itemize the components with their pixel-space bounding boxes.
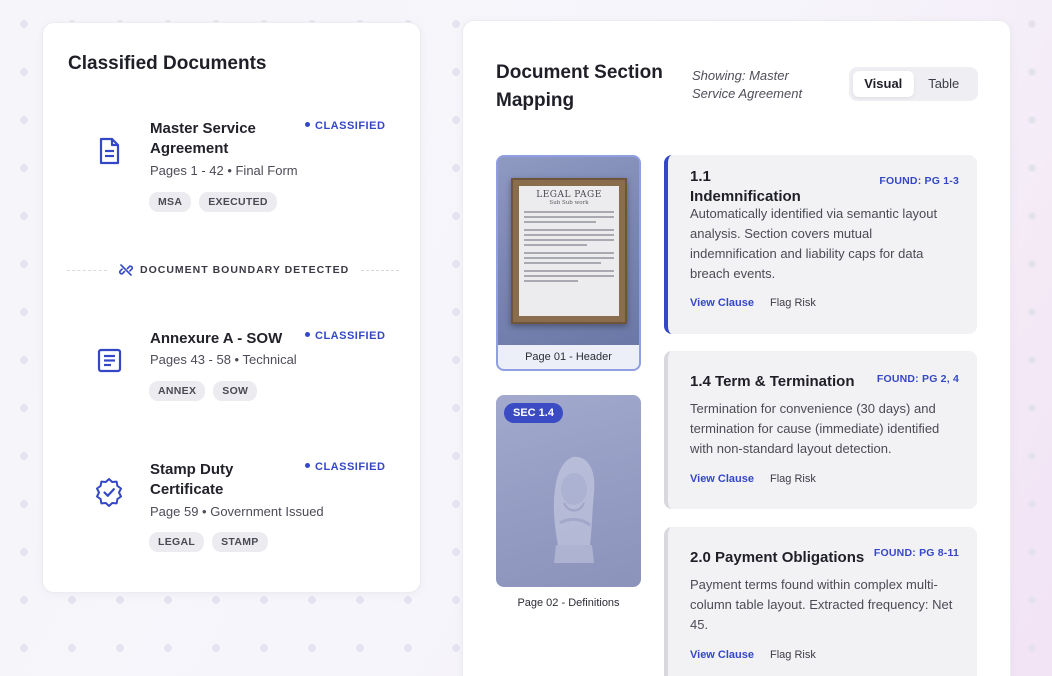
panel-title: Document Section Mapping <box>496 62 663 111</box>
found-pages-label: FOUND: PG 2, 4 <box>876 373 959 385</box>
found-pages-label: FOUND: PG 1-3 <box>879 175 959 187</box>
document-name: Stamp Duty Certificate <box>150 461 234 498</box>
tag: ANNEX <box>149 381 206 401</box>
status-badge: CLASSIFIED <box>305 461 385 473</box>
section-description: Automatically identified via semantic la… <box>690 206 938 281</box>
section-badge: SEC 1.4 <box>504 403 563 423</box>
toggle-table[interactable]: Table <box>914 71 975 97</box>
view-toggle: Visual Table <box>849 67 978 101</box>
panel-title: Classified Documents <box>68 53 267 74</box>
document-name: Annexure A - SOW <box>150 330 283 347</box>
paper-subheading: Sub Sub work <box>549 200 589 206</box>
document-meta: Pages 1 - 42 • Final Form <box>150 163 298 178</box>
broken-link-icon <box>119 264 133 276</box>
classified-documents-panel: Classified Documents Master Service Agre… <box>42 22 421 593</box>
section-title: 1.1 Indemnification <box>690 168 801 205</box>
tag: STAMP <box>212 532 268 552</box>
flag-risk-button[interactable]: Flag Risk <box>770 649 816 661</box>
thumbnail-caption: Page 01 - Header <box>498 345 639 369</box>
verified-badge-icon <box>96 478 122 507</box>
tag: LEGAL <box>149 532 205 552</box>
status-badge: CLASSIFIED <box>305 330 385 342</box>
page-image: LEGAL PAGE Sub Sub work <box>498 157 639 347</box>
section-card-indemnification[interactable]: 1.1 Indemnification FOUND: PG 1-3 Automa… <box>664 155 977 334</box>
list-document-icon <box>97 348 122 373</box>
tag-list: MSA EXECUTED <box>149 192 277 212</box>
status-badge: CLASSIFIED <box>305 120 385 132</box>
view-clause-link[interactable]: View Clause <box>690 649 754 661</box>
section-card-payment[interactable]: 2.0 Payment Obligations FOUND: PG 8-11 P… <box>664 527 977 676</box>
page-thumbnail-2[interactable]: SEC 1.4 <box>496 395 641 587</box>
section-description: Termination for convenience (30 days) an… <box>690 401 940 456</box>
statue-image <box>553 456 595 563</box>
page-thumbnail-1[interactable]: LEGAL PAGE Sub Sub work Page 01 - Header <box>496 155 641 371</box>
found-pages-label: FOUND: PG 8-11 <box>873 547 959 559</box>
boundary-label: DOCUMENT BOUNDARY DETECTED <box>140 264 350 276</box>
tag: MSA <box>149 192 192 212</box>
tag-list: LEGAL STAMP <box>149 532 268 552</box>
toggle-visual[interactable]: Visual <box>853 71 914 97</box>
tag: EXECUTED <box>199 192 277 212</box>
document-meta: Page 59 • Government Issued <box>150 504 324 519</box>
flag-risk-button[interactable]: Flag Risk <box>770 297 816 309</box>
flag-risk-button[interactable]: Flag Risk <box>770 473 816 485</box>
tag-list: ANNEX SOW <box>149 381 258 401</box>
document-name: Master Service Agreement <box>150 120 256 157</box>
section-description: Payment terms found within complex multi… <box>690 577 953 632</box>
thumbnail-caption: Page 02 - Definitions <box>517 597 620 609</box>
section-title: 1.4 Term & Termination <box>690 373 855 390</box>
framed-document-image: LEGAL PAGE Sub Sub work <box>511 178 627 324</box>
file-text-icon <box>99 137 120 165</box>
paper-heading: LEGAL PAGE <box>536 190 602 200</box>
tag: SOW <box>213 381 258 401</box>
view-clause-link[interactable]: View Clause <box>690 473 754 485</box>
showing-label: Showing: Master Service Agreement <box>692 68 803 101</box>
view-clause-link[interactable]: View Clause <box>690 297 754 309</box>
document-boundary-divider: DOCUMENT BOUNDARY DETECTED <box>67 263 399 277</box>
section-title: 2.0 Payment Obligations <box>690 549 865 566</box>
section-mapping-panel: Document Section Mapping Showing: Master… <box>462 20 1011 676</box>
document-meta: Pages 43 - 58 • Technical <box>150 352 297 367</box>
section-card-termination[interactable]: 1.4 Term & Termination FOUND: PG 2, 4 Te… <box>664 351 977 509</box>
